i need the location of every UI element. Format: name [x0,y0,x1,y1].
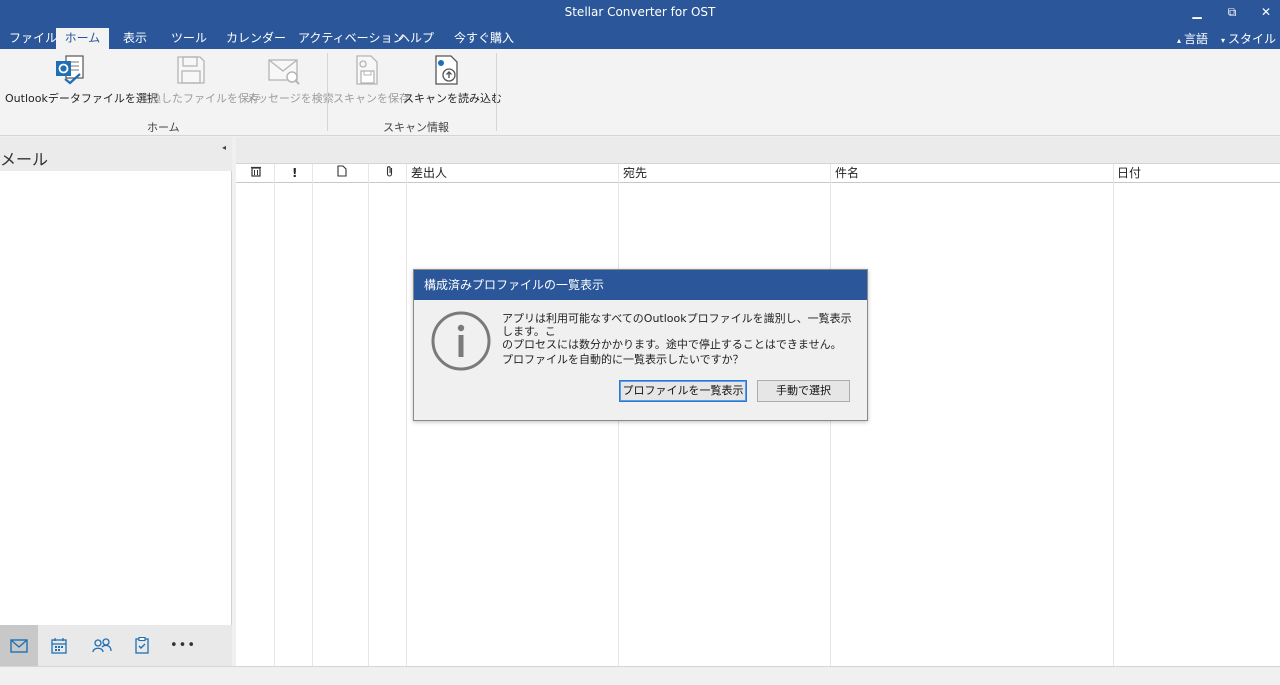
list-profiles-dialog: 構成済みプロファイルの一覧表示 アプリは利用可能なすべてのOutlookプロファ… [413,269,868,421]
search-message-label: メッセージを検索 [246,92,334,105]
trash-icon [251,166,261,177]
dialog-message: アプリは利用可能なすべてのOutlookプロファイルを識別し、一覧表示します。こ… [502,312,854,351]
menu-buy-now[interactable]: 今すぐ購入 [446,28,522,49]
dialog-question: プロファイルを自動的に一覧表示したいですか？ [502,353,744,366]
style-menu[interactable]: ▾ スタイル [1221,30,1276,47]
language-menu[interactable]: ▴ 言語 [1177,30,1208,47]
info-icon [431,311,491,371]
mail-icon [10,638,28,653]
ribbon-separator [327,53,328,131]
load-scan-icon [435,55,458,85]
save-scan-icon [356,55,378,85]
document-column-icon[interactable] [337,164,347,183]
attachment-column-icon[interactable] [386,164,394,183]
contacts-icon [92,638,112,653]
message-list-toolbar [236,137,1280,164]
navigation-bar: ••• [0,625,232,666]
save-converted-file-label: 変換したファイルを保存 [139,92,260,105]
caret-up-icon: ▴ [1177,36,1182,45]
folder-pane-title: メール [0,150,49,169]
paperclip-icon [386,166,393,177]
document-icon [337,165,347,177]
ribbon-separator [496,53,497,131]
folder-pane: メール ◂ ••• [0,137,232,666]
nav-tasks-button[interactable] [123,625,161,666]
menu-help[interactable]: ヘルプ [390,28,442,49]
select-outlook-file-button[interactable]: Outlookデータファイルを選択 [5,53,158,106]
nav-contacts-button[interactable] [83,625,121,666]
load-scan-label: スキャンを読み込む [403,92,502,105]
menu-tools[interactable]: ツール [163,28,215,49]
menu-bar: ファイル ホーム 表示 ツール カレンダー アクティベーション ヘルプ 今すぐ購… [0,26,1280,49]
nav-mail-button[interactable] [0,625,38,666]
search-message-icon [268,59,300,85]
to-column[interactable]: 宛先 [623,164,647,183]
tasks-icon [135,636,149,654]
language-label: 言語 [1184,32,1209,46]
nav-calendar-button[interactable] [40,625,78,666]
dialog-message-line2: のプロセスには数分かかります。途中で停止することはできません。 [502,338,842,351]
dialog-message-line1: アプリは利用可能なすべてのOutlookプロファイルを識別し、一覧表示します。こ [502,312,852,338]
column-divider [312,164,313,666]
load-scan-button[interactable]: スキャンを読み込む [403,53,502,106]
select-manually-button[interactable]: 手動で選択 [757,380,850,402]
more-icon[interactable]: ••• [164,625,202,666]
column-divider [274,164,275,666]
subject-column[interactable]: 件名 [835,164,859,183]
column-divider [368,164,369,666]
restore-button[interactable]: ⧉ [1222,3,1242,21]
status-bar [0,666,1280,685]
menu-home[interactable]: ホーム [56,28,109,49]
home-group-label: ホーム [147,121,180,134]
window-title: Stellar Converter for OST [564,5,716,19]
menu-view[interactable]: 表示 [115,28,155,49]
search-message-button[interactable]: メッセージを検索 [246,53,334,106]
save-converted-file-button[interactable]: 変換したファイルを保存 [139,53,260,106]
minimize-button[interactable]: ▁ [1187,3,1207,21]
save-disk-icon [177,56,205,84]
menu-calendar[interactable]: カレンダー [218,28,294,49]
caret-down-icon: ▾ [1221,36,1226,45]
save-scan-label: スキャンを保存 [333,92,410,105]
title-bar: Stellar Converter for OST ▁ ⧉ ✕ [0,0,1280,26]
close-button[interactable]: ✕ [1256,3,1276,21]
column-divider [1113,164,1114,666]
save-scan-button[interactable]: スキャンを保存 [333,53,410,106]
importance-column[interactable]: ! [292,164,297,183]
date-column[interactable]: 日付 [1117,164,1141,183]
column-header-row: ! 差出人 宛先 件名 日付 [236,164,1280,183]
column-divider [406,164,407,666]
delete-column-icon[interactable] [250,164,262,183]
style-label: スタイル [1228,32,1277,46]
select-outlook-file-label: Outlookデータファイルを選択 [5,92,158,105]
scan-group-label: スキャン情報 [383,121,449,134]
outlook-file-icon [56,55,84,85]
from-column[interactable]: 差出人 [411,164,447,183]
dialog-title: 構成済みプロファイルの一覧表示 [414,270,867,300]
collapse-arrow-icon[interactable]: ◂ [222,143,226,152]
list-profiles-button[interactable]: プロファイルを一覧表示 [619,380,747,402]
ribbon: Outlookデータファイルを選択 変換したファイルを保存 メッセージを検索 ホ… [0,49,1280,136]
calendar-icon [51,637,67,654]
folder-pane-header: メール ◂ [0,137,232,171]
